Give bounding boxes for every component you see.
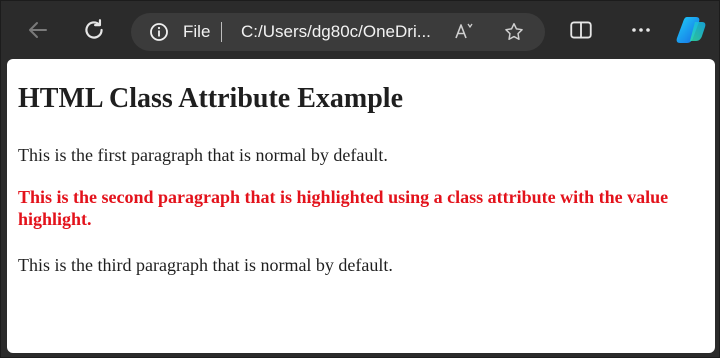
- back-arrow-icon[interactable]: [23, 15, 53, 45]
- read-aloud-icon[interactable]: [453, 21, 475, 43]
- copilot-icon[interactable]: [675, 13, 709, 47]
- address-bar[interactable]: File C:/Users/dg80c/OneDri...: [131, 13, 545, 51]
- url-text[interactable]: C:/Users/dg80c/OneDri...: [241, 22, 431, 42]
- browser-toolbar: File C:/Users/dg80c/OneDri...: [1, 1, 719, 59]
- page-heading: HTML Class Attribute Example: [18, 83, 404, 114]
- star-icon[interactable]: [503, 21, 525, 43]
- paragraph-highlighted: This is the second paragraph that is hig…: [18, 187, 669, 229]
- page-viewport: HTML Class Attribute Example This is the…: [7, 59, 715, 353]
- split-screen-icon[interactable]: [568, 17, 594, 43]
- browser-window: File C:/Users/dg80c/OneDri... HTML Class…: [0, 0, 720, 358]
- reload-icon[interactable]: [79, 15, 109, 45]
- paragraph-normal-3: This is the third paragraph that is norm…: [18, 255, 393, 275]
- site-info-label[interactable]: File: [183, 22, 210, 42]
- paragraph-normal-1: This is the first paragraph that is norm…: [18, 145, 388, 165]
- address-divider: [221, 22, 222, 42]
- info-icon[interactable]: [149, 22, 169, 42]
- more-dots-icon[interactable]: [626, 17, 656, 43]
